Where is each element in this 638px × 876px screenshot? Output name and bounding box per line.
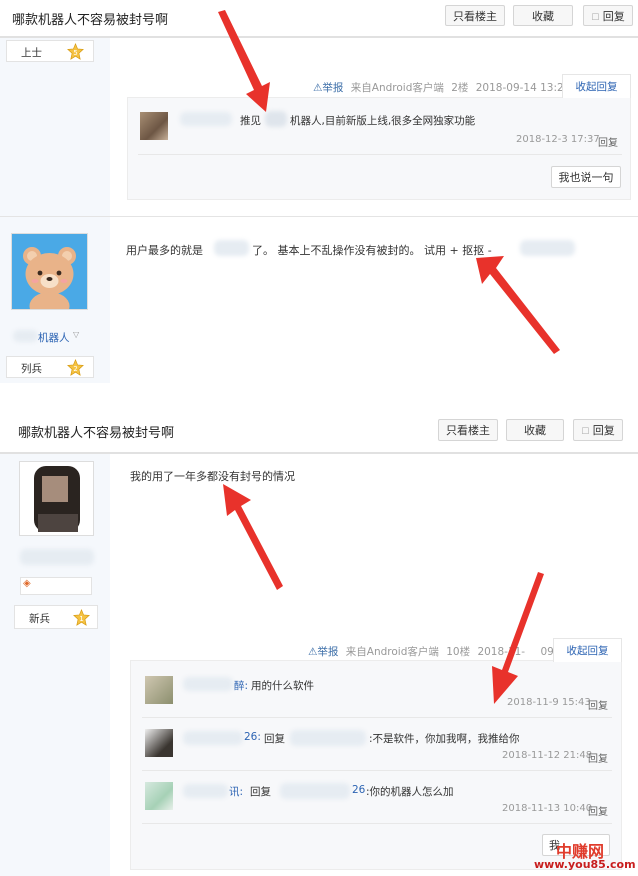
post3-rank-box: 新兵 1: [14, 605, 98, 629]
level-badge-icon: 1: [73, 609, 90, 626]
thread-title: 哪款机器人不容易被封号啊: [12, 13, 169, 28]
thread-header-top: 哪款机器人不容易被封号啊 只看楼主 收藏 ☐ 回复: [0, 0, 638, 38]
comment-divider: [142, 823, 612, 824]
commenter-avatar: [145, 676, 173, 704]
post1-meta: ⚠举报 来自Android客户端 2楼 2018-09-14 13:22: [313, 80, 570, 95]
comment1-reply[interactable]: 回复: [588, 697, 608, 712]
post1-collapse-tab[interactable]: 收起回复: [562, 74, 631, 98]
only-op-button[interactable]: 只看楼主: [445, 5, 505, 26]
post3-avatar: [19, 461, 94, 536]
screenshot-gap: [0, 384, 638, 410]
commenter-avatar: [145, 782, 173, 810]
post3-floor: 10楼: [446, 646, 471, 658]
post1-say-button[interactable]: 我也说一句: [551, 166, 621, 188]
annotation-arrow-1: [218, 10, 270, 112]
report-link[interactable]: ⚠举报: [308, 646, 338, 658]
comment3-mid: 回复: [250, 786, 271, 798]
comment-divider: [142, 717, 612, 718]
post1-comment-reply[interactable]: 回复: [598, 134, 618, 149]
commenter-avatar: [145, 729, 173, 757]
post1-rank: 上士: [21, 47, 42, 59]
comment3-reply-name-blur: [280, 783, 350, 799]
post2-username[interactable]: 机器人: [38, 330, 70, 345]
annotation-arrow-3: [223, 484, 283, 590]
post2-content-b: 了。 基本上不乱操作没有被封的。 试用 + 抠抠 -: [252, 244, 492, 257]
post2-level: 2: [73, 365, 77, 373]
post3-rank: 新兵: [29, 613, 50, 625]
post1-rank-box: 上士 5: [6, 40, 94, 62]
reply-button-2[interactable]: ☐ 回复: [573, 419, 623, 441]
only-op-button-2[interactable]: 只看楼主: [438, 419, 498, 441]
post2-rank-box: 列兵 2: [6, 356, 94, 378]
post3-source: 来自Android客户端: [345, 646, 439, 658]
post3-collapse-tab[interactable]: 收起回复: [553, 638, 622, 662]
reply-button-label: 回复: [602, 10, 625, 23]
comment2-text: :不是软件，你加我啊，我推给你: [369, 733, 520, 745]
report-link[interactable]: ⚠举报: [313, 82, 343, 94]
post2-rank: 列兵: [21, 363, 42, 375]
post1-comment-divider: [138, 154, 622, 155]
post1-floor: 2楼: [451, 82, 469, 94]
post2-content-a: 用户最多的就是: [126, 244, 203, 257]
chevron-down-icon: ▽: [73, 330, 80, 339]
favorite-button[interactable]: 收藏: [513, 5, 573, 26]
bear-avatar-icon: [12, 234, 87, 320]
favorite-button-2[interactable]: 收藏: [506, 419, 564, 441]
post3-level: 1: [79, 615, 83, 623]
comment1-name-blur: [183, 677, 233, 691]
post2-blur-1: [214, 240, 249, 256]
annotation-arrow-2: [476, 256, 560, 354]
watermark-url: www.you85.com: [534, 858, 636, 871]
level-badge-icon: 2: [67, 359, 84, 376]
comment1-name-tail: 醉:: [234, 680, 249, 692]
comment2-name-blur: [183, 731, 243, 745]
post3-username-blur: [20, 549, 94, 565]
post1-level: 5: [73, 49, 77, 57]
comment3-text: :你的机器人怎么加: [366, 786, 454, 798]
comment3-time: 2018-11-13 10:40: [502, 803, 593, 814]
comment3-name2-tail: 26: [352, 784, 366, 796]
thread-header-bottom: 哪款机器人不容易被封号啊 只看楼主 收藏 ☐ 回复: [0, 410, 638, 454]
post1-source: 来自Android客户端: [350, 82, 444, 94]
comment3-name-blur: [183, 784, 228, 798]
comment3-reply[interactable]: 回复: [588, 803, 608, 818]
comment2-reply[interactable]: 回复: [588, 750, 608, 765]
post1-time: 2018-09-14 13:22: [475, 82, 571, 94]
game-controller-icon: ◈: [23, 578, 31, 589]
comment3-name-tail: 讯:: [229, 786, 244, 798]
commenter-avatar: [140, 112, 168, 140]
post1-comment-time: 2018-12-3 17:37: [516, 134, 600, 145]
comment2-reply-name-blur: [290, 730, 366, 746]
post2-username-blur: [13, 330, 38, 342]
comment2-mid: 回复: [264, 733, 285, 745]
post1-comment-text-b: 机器人,目前新版上线,很多全网独家功能: [290, 115, 476, 127]
annotation-arrow-4: [492, 572, 544, 704]
comment-divider: [142, 770, 612, 771]
reply-icon: ☐: [591, 13, 600, 23]
post1-sidebar: [0, 38, 110, 216]
post3-tag-box: ◈: [20, 577, 92, 595]
comment1-text: 用的什么软件: [251, 680, 314, 692]
comment2-name-tail: 26:: [244, 731, 261, 743]
reply-button[interactable]: ☐ 回复: [583, 5, 633, 26]
reply-icon: ☐: [581, 427, 590, 437]
post2-avatar: [11, 233, 88, 320]
watermark: 中赚网 www.you85.com: [528, 838, 636, 874]
comment2-time: 2018-11-12 21:48: [502, 750, 593, 761]
thread-title-2: 哪款机器人不容易被封号啊: [18, 426, 175, 441]
level-badge-icon: 5: [67, 43, 84, 60]
